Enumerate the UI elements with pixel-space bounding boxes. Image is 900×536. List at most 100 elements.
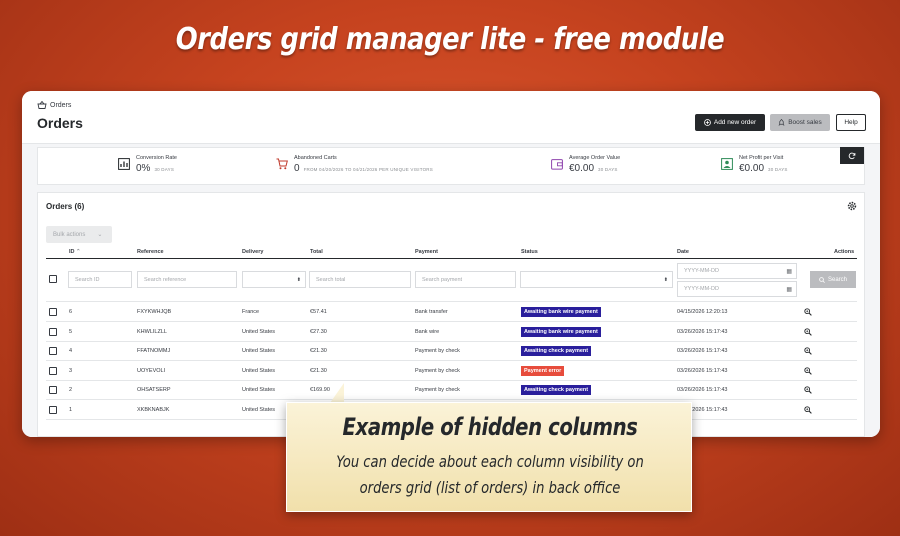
cell-total: €57.41 — [310, 309, 327, 315]
delivery-select[interactable]: ⬍ — [242, 271, 306, 288]
admin-window: Orders Orders Add new order Boost sales … — [22, 91, 880, 437]
cell-payment: Payment by check — [415, 348, 460, 354]
row-checkbox[interactable] — [49, 405, 57, 414]
kpi-net-profit[interactable]: Net Profit per Visit €0.00 30 DAYS — [721, 155, 788, 174]
view-order-zoom-icon[interactable] — [804, 366, 812, 375]
calendar-icon[interactable]: ▦ — [786, 268, 792, 275]
status-select[interactable]: ⬍ — [520, 271, 673, 288]
select-all-checkbox[interactable] — [49, 275, 57, 283]
kpi-average-order-value[interactable]: Average Order Value €0.00 30 DAYS — [551, 155, 620, 174]
cell-total: €21.30 — [310, 367, 327, 374]
view-order-zoom-icon[interactable] — [804, 308, 812, 316]
kpi-conversion-rate[interactable]: Conversion Rate 0% 30 DAYS — [118, 155, 177, 174]
cell-date: 03/26/2026 15:17:43 — [677, 387, 728, 393]
kpi-abandoned-carts[interactable]: Abandoned Carts 0 FROM 04/20/2026 TO 04/… — [276, 155, 433, 174]
bar-chart-icon — [118, 158, 130, 170]
kpi-value-row: €0.00 30 DAYS — [739, 163, 788, 174]
wallet-icon — [551, 159, 563, 170]
status-badge: Payment error — [521, 365, 565, 376]
calendar-icon[interactable]: ▦ — [786, 286, 792, 293]
table-row[interactable]: 5 KHWLILZLL United States €27.30 Bank wire 03… — [46, 323, 857, 342]
boost-sales-button[interactable]: Boost sales — [770, 114, 830, 131]
select-arrows-icon: ⬍ — [296, 277, 301, 283]
kpi-value: 0% — [136, 163, 151, 174]
column-header-total[interactable]: Total — [310, 249, 323, 255]
cell-delivery: United States — [242, 367, 276, 374]
table-row[interactable]: 3 UOYEVOLI United States €21.30 Payment by c… — [46, 362, 857, 381]
column-header-label: ID — [69, 249, 75, 255]
column-header-delivery[interactable]: Delivery — [242, 249, 263, 255]
date-from-input[interactable]: YYYY-MM-DD ▦ — [677, 263, 797, 279]
search-total-input[interactable]: Search total — [309, 271, 411, 288]
search-payment-input[interactable]: Search payment — [415, 271, 516, 288]
date-to-input[interactable]: YYYY-MM-DD ▦ — [677, 281, 797, 297]
cell-total: €21.30 — [310, 348, 327, 354]
search-button-label: Search — [827, 276, 847, 283]
view-order-zoom-icon[interactable] — [804, 405, 812, 414]
view-order-zoom-icon[interactable] — [804, 386, 812, 394]
kpi-text: Average Order Value €0.00 30 DAYS — [569, 155, 620, 174]
refresh-kpi-button[interactable] — [840, 147, 864, 164]
bulk-actions-label: Bulk actions — [53, 231, 86, 238]
cell-reference: OHSATSERP — [137, 387, 171, 393]
row-checkbox[interactable] — [49, 327, 57, 336]
header-divider — [46, 258, 857, 259]
breadcrumb[interactable]: Orders — [37, 101, 71, 109]
search-id-input[interactable]: Search ID — [68, 271, 132, 288]
breadcrumb-label: Orders — [50, 101, 72, 109]
status-badge: Awaiting bank wire payment — [521, 326, 601, 337]
cell-reference: FFATNOMMJ — [137, 348, 171, 354]
column-header-reference[interactable]: Reference — [137, 249, 164, 255]
row-checkbox[interactable] — [49, 386, 57, 394]
callout-box: Example of hidden columns You can decide… — [286, 402, 692, 512]
table-row[interactable]: 4 FFATNOMMJ United States €21.30 Payment by … — [46, 342, 857, 361]
cell-date: 03/26/2026 15:17:43 — [677, 348, 728, 354]
callout-line-2: orders grid (list of orders) in back off… — [359, 478, 621, 497]
kpi-label: Average Order Value — [569, 155, 621, 161]
search-button[interactable]: Search — [810, 271, 856, 288]
status-badge: Awaiting bank wire payment — [521, 307, 601, 317]
kpi-bar: Conversion Rate 0% 30 DAYS Abandoned Car… — [37, 147, 865, 185]
column-header-date[interactable]: Date — [677, 249, 689, 255]
row-checkbox[interactable] — [49, 366, 57, 375]
kpi-text: Conversion Rate 0% 30 DAYS — [136, 155, 177, 174]
cell-payment: Bank wire — [415, 328, 440, 335]
view-order-zoom-icon[interactable] — [804, 327, 812, 336]
cell-id: 4 — [69, 348, 73, 354]
add-new-order-label: Add new order — [713, 119, 757, 126]
help-button[interactable]: Help — [836, 114, 866, 131]
cell-payment: Payment by check — [415, 387, 460, 393]
cell-id: 2 — [69, 387, 73, 393]
table-row[interactable]: 6 FXYKWHJQB France €57.41 Bank transfer 04/15… — [46, 303, 857, 322]
row-checkbox[interactable] — [49, 347, 57, 355]
row-checkbox[interactable] — [49, 308, 57, 316]
kpi-value: €0.00 — [569, 163, 595, 174]
cell-payment: Bank transfer — [415, 309, 448, 315]
gear-icon[interactable] — [847, 201, 857, 211]
orders-title: Orders (6) — [46, 202, 85, 211]
column-header-status[interactable]: Status — [521, 249, 538, 255]
cell-payment: Payment by check — [415, 367, 460, 374]
column-header-payment[interactable]: Payment — [415, 249, 438, 255]
cell-id: 1 — [69, 406, 73, 413]
bulk-actions-button[interactable]: Bulk actions ⌄ — [46, 226, 112, 243]
cell-delivery: France — [242, 309, 260, 315]
select-arrows-icon: ⬍ — [663, 277, 668, 283]
orders-panel: Orders (6) Bulk actions ⌄ ID ⌃ Reference… — [37, 192, 865, 437]
table-row[interactable]: 2 OHSATSERP United States €169.90 Payment by… — [46, 381, 857, 400]
cell-id: 5 — [69, 328, 73, 335]
cell-delivery: United States — [242, 406, 276, 413]
date-to-placeholder: YYYY-MM-DD — [684, 286, 719, 292]
search-reference-input[interactable]: Search reference — [137, 271, 237, 288]
column-header-id[interactable]: ID ⌃ — [69, 249, 81, 255]
view-order-zoom-icon[interactable] — [804, 347, 812, 355]
kpi-label: Abandoned Carts — [294, 155, 337, 161]
add-new-order-button[interactable]: Add new order — [695, 114, 765, 131]
kpi-sub: 30 DAYS — [768, 167, 788, 172]
kpi-text: Net Profit per Visit €0.00 30 DAYS — [739, 155, 788, 174]
kpi-label: Net Profit per Visit — [739, 155, 784, 161]
cell-reference: UOYEVOLI — [137, 367, 166, 374]
kpi-value: 0 — [294, 163, 300, 174]
sort-icon: ⌃ — [76, 249, 81, 255]
callout-text: You can decide about each column visibil… — [324, 449, 657, 501]
